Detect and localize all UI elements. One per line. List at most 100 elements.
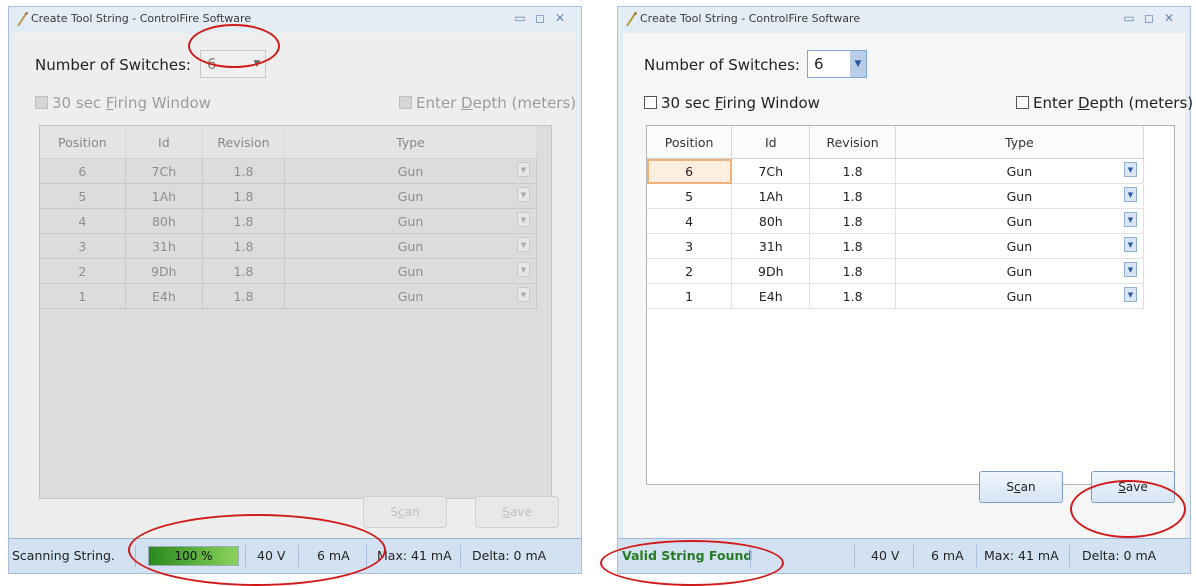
table-row[interactable]: 4 80h 1.8 Gun ▼ [40,208,538,234]
save-button[interactable]: Save [475,496,559,528]
cell-revision[interactable]: 1.8 [809,183,896,209]
cell-position[interactable]: 4 [647,208,733,234]
chevron-down-icon[interactable]: ▼ [1124,212,1137,227]
table-row[interactable]: 4 80h 1.8 Gun ▼ [647,208,1145,234]
cell-id[interactable]: 7Ch [731,158,811,184]
table-row[interactable]: 6 7Ch 1.8 Gun ▼ [40,158,538,184]
cell-type[interactable]: Gun ▼ [284,183,538,209]
cell-revision[interactable]: 1.8 [202,158,285,184]
save-button[interactable]: Save [1091,471,1175,503]
checkbox-box[interactable] [35,96,48,109]
table-row[interactable]: 2 9Dh 1.8 Gun ▼ [40,258,538,284]
chevron-down-icon[interactable]: ▼ [517,237,530,252]
table-row[interactable]: 1 E4h 1.8 Gun ▼ [40,283,538,309]
table-row[interactable]: 3 31h 1.8 Gun ▼ [647,233,1145,259]
firing-window-checkbox[interactable]: 30 sec Firing Window [35,94,211,112]
checkbox-box[interactable] [644,96,657,109]
cell-id[interactable]: 31h [125,233,203,259]
cell-revision[interactable]: 1.8 [809,283,896,309]
cell-position[interactable]: 6 [40,158,126,184]
chevron-down-icon[interactable]: ▼ [517,212,530,227]
cell-revision[interactable]: 1.8 [809,208,896,234]
table-row[interactable]: 1 E4h 1.8 Gun ▼ [647,283,1145,309]
table-row[interactable]: 3 31h 1.8 Gun ▼ [40,233,538,259]
chevron-down-icon[interactable]: ▼ [517,187,530,202]
cell-revision[interactable]: 1.8 [202,208,285,234]
cell-position[interactable]: 5 [40,183,126,209]
cell-type[interactable]: Gun ▼ [284,258,538,284]
cell-type[interactable]: Gun ▼ [895,258,1145,284]
cell-revision[interactable]: 1.8 [809,158,896,184]
column-header-type[interactable]: Type [895,126,1145,159]
cell-id[interactable]: 1Ah [731,183,811,209]
cell-revision[interactable]: 1.8 [202,258,285,284]
switches-combo[interactable]: 6 ▼ [200,50,266,78]
cell-type[interactable]: Gun ▼ [895,233,1145,259]
table-row[interactable]: 6 7Ch 1.8 Gun ▼ [647,158,1145,184]
cell-revision[interactable]: 1.8 [202,283,285,309]
chevron-down-icon[interactable]: ▼ [517,262,530,277]
cell-position[interactable]: 5 [647,183,733,209]
firing-window-checkbox[interactable]: 30 sec Firing Window [644,94,820,112]
chevron-down-icon[interactable]: ▼ [850,51,866,77]
cell-type[interactable]: Gun ▼ [284,233,538,259]
cell-position[interactable]: 3 [40,233,126,259]
chevron-down-icon[interactable]: ▼ [1124,162,1137,177]
table-row[interactable]: 2 9Dh 1.8 Gun ▼ [647,258,1145,284]
scan-button[interactable]: Scan [979,471,1063,503]
maximize-icon[interactable]: ◻ [531,11,551,25]
cell-position[interactable]: 4 [40,208,126,234]
cell-id[interactable]: 9Dh [731,258,811,284]
switches-combo[interactable]: 6 ▼ [807,50,867,78]
cell-id[interactable]: 9Dh [125,258,203,284]
chevron-down-icon[interactable]: ▼ [1124,187,1137,202]
minimize-icon[interactable]: ▭ [1120,11,1140,25]
cell-id[interactable]: E4h [125,283,203,309]
cell-type[interactable]: Gun ▼ [895,158,1145,184]
checkbox-box[interactable] [399,96,412,109]
cell-type[interactable]: Gun ▼ [284,283,538,309]
cell-id[interactable]: 80h [125,208,203,234]
chevron-down-icon[interactable]: ▼ [1124,237,1137,252]
maximize-icon[interactable]: ◻ [1140,11,1160,25]
cell-revision[interactable]: 1.8 [202,233,285,259]
cell-position[interactable]: 1 [40,283,126,309]
column-header-revision[interactable]: Revision [809,126,896,159]
close-icon[interactable]: ✕ [551,11,571,25]
column-header-id[interactable]: Id [125,126,203,159]
cell-id[interactable]: 7Ch [125,158,203,184]
chevron-down-icon[interactable]: ▼ [1124,287,1137,302]
cell-position[interactable]: 1 [647,283,733,309]
column-header-id[interactable]: Id [731,126,811,159]
column-header-revision[interactable]: Revision [202,126,285,159]
cell-position[interactable]: 2 [40,258,126,284]
depth-checkbox[interactable]: Enter Depth (meters) [1016,94,1193,112]
chevron-down-icon[interactable]: ▼ [517,162,530,177]
column-header-type[interactable]: Type [284,126,538,159]
chevron-down-icon[interactable]: ▼ [1124,262,1137,277]
cell-id[interactable]: 80h [731,208,811,234]
table-row[interactable]: 5 1Ah 1.8 Gun ▼ [647,183,1145,209]
tool-string-grid[interactable]: Position Id Revision Type 6 7Ch 1.8 Gun ▼ 5 1A… [39,125,552,499]
column-header-position[interactable]: Position [40,126,126,159]
cell-type[interactable]: Gun ▼ [284,158,538,184]
cell-position[interactable]: 2 [647,258,733,284]
cell-id[interactable]: 1Ah [125,183,203,209]
cell-type[interactable]: Gun ▼ [895,183,1145,209]
column-header-position[interactable]: Position [647,126,733,159]
cell-id[interactable]: E4h [731,283,811,309]
cell-revision[interactable]: 1.8 [809,233,896,259]
cell-position[interactable]: 6 [647,158,733,184]
scan-button[interactable]: Scan [363,496,447,528]
cell-type[interactable]: Gun ▼ [284,208,538,234]
cell-revision[interactable]: 1.8 [202,183,285,209]
minimize-icon[interactable]: ▭ [511,11,531,25]
checkbox-box[interactable] [1016,96,1029,109]
cell-id[interactable]: 31h [731,233,811,259]
cell-type[interactable]: Gun ▼ [895,208,1145,234]
tool-string-grid[interactable]: Position Id Revision Type 6 7Ch 1.8 Gun ▼ 5 1A… [646,125,1175,485]
close-icon[interactable]: ✕ [1160,11,1180,25]
depth-checkbox[interactable]: Enter Depth (meters) [399,94,576,112]
chevron-down-icon[interactable]: ▼ [249,51,265,77]
cell-type[interactable]: Gun ▼ [895,283,1145,309]
